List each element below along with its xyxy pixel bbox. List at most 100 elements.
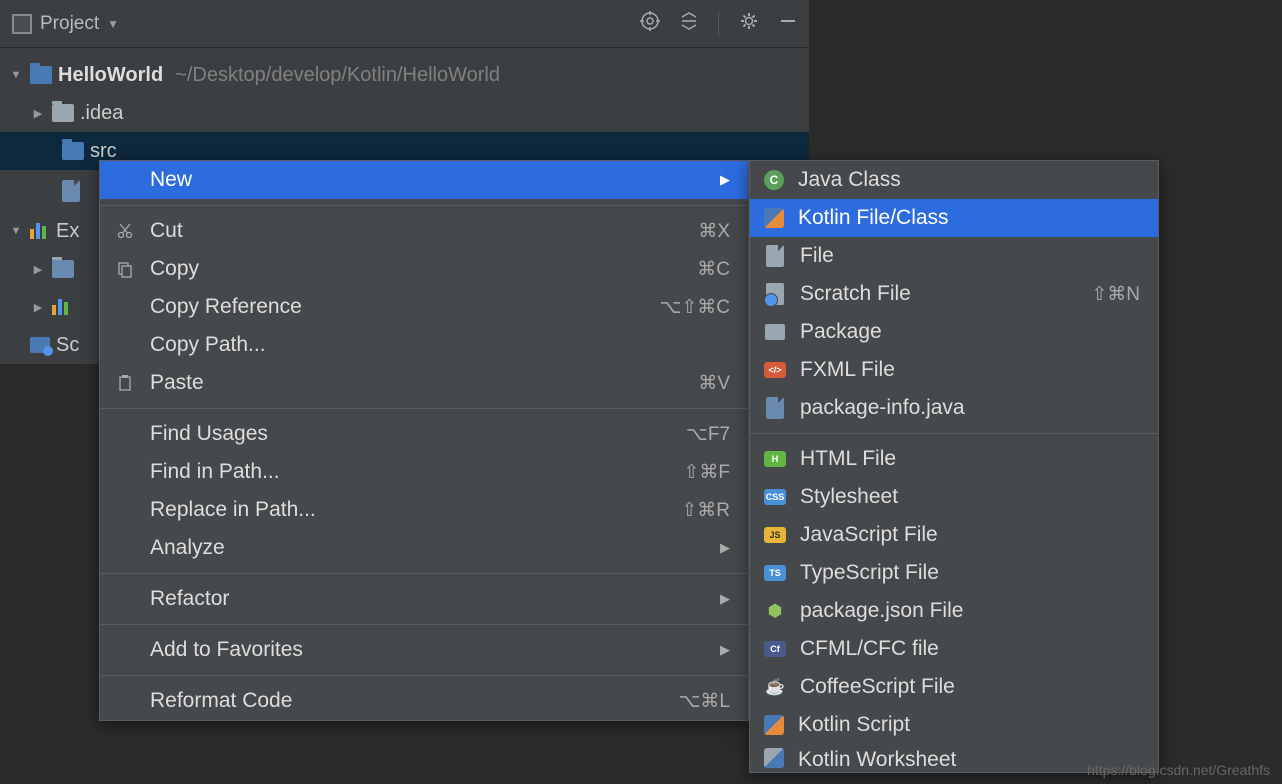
submenu-typescript[interactable]: TS TypeScript File — [750, 554, 1158, 592]
minimize-icon[interactable] — [779, 12, 797, 35]
menu-shortcut: ⌘V — [698, 372, 730, 395]
project-label: Project — [40, 13, 99, 35]
menu-separator — [100, 624, 748, 625]
cfml-icon: Cf — [764, 641, 786, 657]
menu-copy-path[interactable]: Copy Path... — [100, 326, 748, 364]
project-folder-icon — [30, 66, 52, 84]
project-icon — [12, 14, 32, 34]
menu-replace-in-path[interactable]: Replace in Path... ⇧⌘R — [100, 491, 748, 529]
submenu-label: package.json File — [800, 599, 963, 623]
menu-cut[interactable]: Cut ⌘X — [100, 212, 748, 250]
submenu-label: Java Class — [798, 168, 901, 192]
submenu-label: CoffeeScript File — [800, 675, 955, 699]
menu-label: Analyze — [150, 536, 698, 560]
menu-separator — [750, 433, 1158, 434]
submenu-label: Kotlin Worksheet — [798, 748, 956, 772]
submenu-file[interactable]: File — [750, 237, 1158, 275]
menu-label: Refactor — [150, 587, 698, 611]
collapse-icon[interactable] — [680, 12, 698, 35]
chevron-right-icon: ▶ — [720, 591, 730, 607]
submenu-label: TypeScript File — [800, 561, 939, 585]
submenu-label: CFML/CFC file — [800, 637, 939, 661]
submenu-java-class[interactable]: C Java Class — [750, 161, 1158, 199]
submenu-javascript[interactable]: JS JavaScript File — [750, 516, 1158, 554]
libs-label: Ex — [56, 220, 79, 243]
menu-separator — [100, 408, 748, 409]
chevron-right-icon: ▶ — [30, 301, 46, 314]
menu-label: Reformat Code — [150, 689, 665, 713]
menu-refactor[interactable]: Refactor ▶ — [100, 580, 748, 618]
submenu-label: Kotlin Script — [798, 713, 910, 737]
submenu-scratch-file[interactable]: Scratch File ⇧⌘N — [750, 275, 1158, 313]
context-menu: New ▶ Cut ⌘X Copy ⌘C Copy Reference ⌥⇧⌘C… — [99, 160, 749, 721]
submenu-label: Package — [800, 320, 882, 344]
menu-shortcut: ⌘C — [697, 258, 730, 281]
submenu-coffeescript[interactable]: ☕ CoffeeScript File — [750, 668, 1158, 706]
new-submenu: C Java Class Kotlin File/Class File Scra… — [749, 160, 1159, 773]
menu-separator — [100, 573, 748, 574]
menu-shortcut: ⌘X — [698, 220, 730, 243]
submenu-label: JavaScript File — [800, 523, 938, 547]
tree-idea-folder[interactable]: ▶ .idea — [0, 94, 809, 132]
submenu-html[interactable]: H HTML File — [750, 440, 1158, 478]
menu-analyze[interactable]: Analyze ▶ — [100, 529, 748, 567]
coffee-icon: ☕ — [764, 676, 786, 698]
library-icon — [52, 299, 72, 315]
menu-copy-reference[interactable]: Copy Reference ⌥⇧⌘C — [100, 288, 748, 326]
menu-label: Copy — [150, 257, 683, 281]
chevron-down-icon: ▼ — [8, 225, 24, 237]
submenu-shortcut: ⇧⌘N — [1091, 283, 1140, 306]
submenu-label: Kotlin File/Class — [798, 206, 949, 230]
menu-add-favorites[interactable]: Add to Favorites ▶ — [100, 631, 748, 669]
chevron-right-icon: ▶ — [720, 642, 730, 658]
submenu-package-info[interactable]: package-info.java — [750, 389, 1158, 427]
menu-label: Paste — [150, 371, 684, 395]
scissors-icon — [114, 222, 136, 240]
css-icon: CSS — [764, 489, 786, 505]
kotlin-icon — [764, 715, 784, 735]
file-icon — [766, 245, 784, 267]
menu-label: Replace in Path... — [150, 498, 667, 522]
submenu-package[interactable]: Package — [750, 313, 1158, 351]
folder-label: .idea — [80, 102, 123, 125]
submenu-kotlin-file[interactable]: Kotlin File/Class — [750, 199, 1158, 237]
paste-icon — [114, 374, 136, 392]
menu-reformat-code[interactable]: Reformat Code ⌥⌘L — [100, 682, 748, 720]
menu-separator — [100, 675, 748, 676]
fxml-icon: </> — [764, 362, 786, 378]
menu-shortcut: ⇧⌘F — [683, 461, 730, 484]
gear-icon[interactable] — [739, 11, 759, 36]
java-class-icon: C — [764, 170, 784, 190]
submenu-label: Stylesheet — [800, 485, 898, 509]
project-path: ~/Desktop/develop/Kotlin/HelloWorld — [175, 64, 500, 87]
submenu-package-json[interactable]: ⬢ package.json File — [750, 592, 1158, 630]
submenu-label: package-info.java — [800, 396, 965, 420]
scratches-label: Sc — [56, 334, 79, 357]
target-icon[interactable] — [640, 11, 660, 36]
chevron-right-icon: ▶ — [30, 107, 46, 120]
menu-find-usages[interactable]: Find Usages ⌥F7 — [100, 415, 748, 453]
kotlin-icon — [764, 208, 784, 228]
chevron-down-icon: ▼ — [107, 17, 119, 31]
menu-label: Cut — [150, 219, 684, 243]
project-selector[interactable]: Project ▼ — [12, 13, 119, 35]
copy-icon — [114, 260, 136, 278]
menu-paste[interactable]: Paste ⌘V — [100, 364, 748, 402]
menu-find-in-path[interactable]: Find in Path... ⇧⌘F — [100, 453, 748, 491]
scratches-icon — [30, 337, 50, 353]
chevron-down-icon: ▼ — [8, 69, 24, 81]
menu-new[interactable]: New ▶ — [100, 161, 748, 199]
menu-label: New — [150, 168, 698, 192]
submenu-kotlin-script[interactable]: Kotlin Script — [750, 706, 1158, 744]
submenu-cfml[interactable]: Cf CFML/CFC file — [750, 630, 1158, 668]
menu-label: Find Usages — [150, 422, 672, 446]
menu-copy[interactable]: Copy ⌘C — [100, 250, 748, 288]
tree-root[interactable]: ▼ HelloWorld ~/Desktop/develop/Kotlin/He… — [0, 56, 809, 94]
divider — [718, 12, 719, 36]
ts-icon: TS — [764, 565, 786, 581]
submenu-stylesheet[interactable]: CSS Stylesheet — [750, 478, 1158, 516]
chevron-right-icon: ▶ — [30, 263, 46, 276]
submenu-label: FXML File — [800, 358, 895, 382]
java-file-icon — [766, 397, 784, 419]
submenu-fxml[interactable]: </> FXML File — [750, 351, 1158, 389]
